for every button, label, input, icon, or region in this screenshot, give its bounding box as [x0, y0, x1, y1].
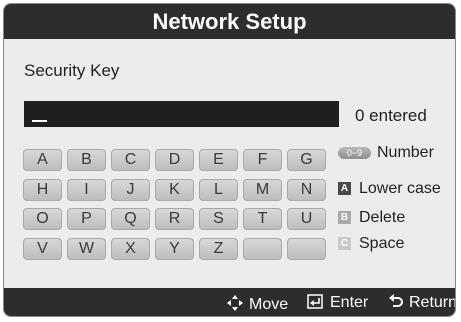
key-r[interactable]: R [155, 208, 194, 230]
key-d[interactable]: D [155, 149, 194, 171]
key-blank[interactable] [287, 237, 326, 260]
security-key-input[interactable] [24, 101, 339, 127]
key-p[interactable]: P [67, 208, 106, 230]
bottom-help-bar: Move Enter Return [4, 288, 456, 316]
key-e[interactable]: E [199, 149, 238, 171]
entered-count: 0 entered [355, 106, 427, 125]
legend-c-label: Space [359, 235, 405, 252]
legend-c: C Space [338, 235, 404, 255]
return-hint: Return [388, 294, 456, 312]
move-arrows-icon [227, 295, 243, 311]
legend-b: B Delete [338, 209, 405, 229]
legend-a: A Lower case [338, 180, 441, 200]
key-v[interactable]: V [23, 237, 62, 260]
legend-b-label: Delete [359, 209, 406, 226]
enter-icon [307, 294, 323, 309]
number-pill-icon: 0~9 [338, 146, 371, 159]
move-label: Move [249, 296, 289, 313]
key-h[interactable]: H [23, 178, 62, 201]
key-f[interactable]: F [243, 149, 282, 171]
a-button-icon: A [338, 182, 351, 196]
key-l[interactable]: L [199, 178, 238, 201]
key-m[interactable]: M [243, 178, 282, 201]
legend-a-label: Lower case [359, 180, 441, 197]
key-n[interactable]: N [287, 178, 326, 201]
c-button-icon: C [338, 237, 351, 251]
enter-label: Enter [330, 294, 369, 311]
return-label: Return [409, 294, 456, 311]
b-button-icon: B [338, 211, 351, 225]
key-b[interactable]: B [67, 149, 106, 171]
key-blank[interactable] [243, 237, 282, 260]
key-i[interactable]: I [67, 178, 106, 201]
key-z[interactable]: Z [199, 237, 238, 260]
key-t[interactable]: T [243, 208, 282, 230]
key-u[interactable]: U [287, 208, 326, 230]
return-icon [389, 294, 403, 307]
key-y[interactable]: Y [155, 237, 194, 260]
key-j[interactable]: J [111, 178, 150, 201]
legend-number-label: Number [377, 144, 434, 161]
key-g[interactable]: G [287, 149, 326, 171]
key-o[interactable]: O [23, 208, 62, 230]
legend-number: 0~9 Number [338, 144, 434, 164]
text-cursor [32, 120, 47, 122]
dialog-title: Network Setup [4, 4, 455, 39]
onscreen-keyboard: ABCDEFG HIJKLMN OPQRSTU VWXYZ [23, 149, 326, 265]
key-w[interactable]: W [67, 237, 106, 260]
key-k[interactable]: K [155, 178, 194, 201]
key-s[interactable]: S [199, 208, 238, 230]
security-key-label: Security Key [24, 61, 120, 80]
key-q[interactable]: Q [111, 208, 150, 230]
key-a[interactable]: A [23, 149, 62, 171]
move-hint: Move [226, 294, 288, 314]
network-setup-dialog: Network Setup Security Key 0 entered ABC… [3, 3, 456, 317]
key-x[interactable]: X [111, 237, 150, 260]
key-c[interactable]: C [111, 149, 150, 171]
enter-hint: Enter [307, 294, 368, 312]
